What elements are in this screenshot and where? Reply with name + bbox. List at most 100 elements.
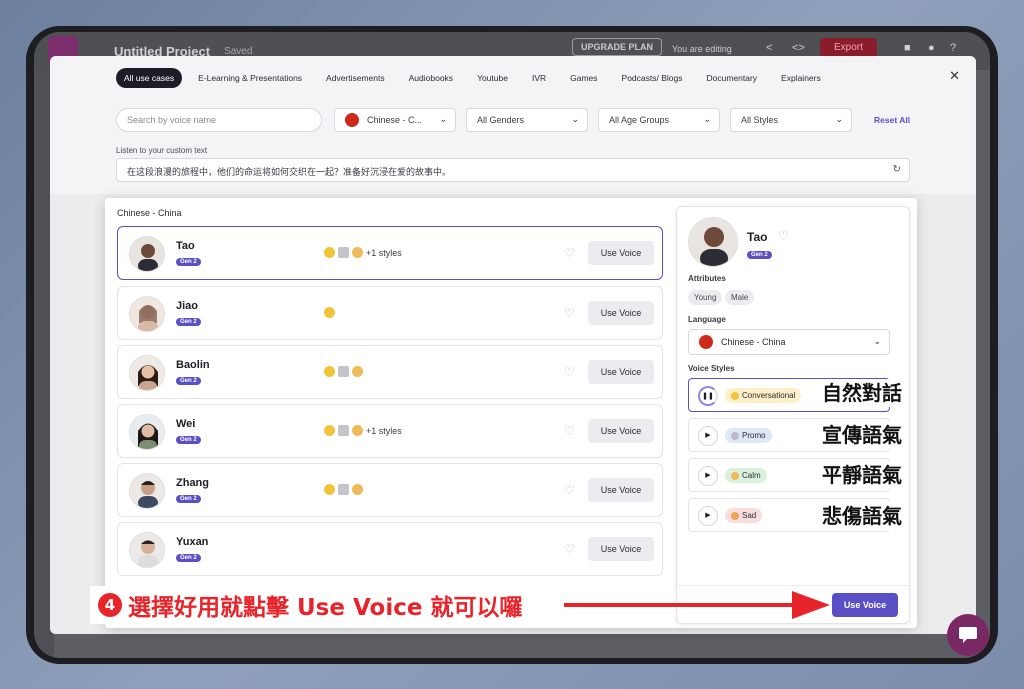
gen-badge: Gen 2	[747, 251, 772, 259]
voice-styles-label: Voice Styles	[688, 364, 735, 373]
tab-games[interactable]: Games	[562, 68, 605, 88]
voice-row-zhang[interactable]: Zhang Gen 2 ♡ Use Voice	[117, 463, 663, 517]
megaphone-icon	[338, 425, 349, 436]
extra-styles: +1 styles	[366, 425, 402, 436]
language-select[interactable]: Chinese - C... ⌄	[334, 108, 456, 132]
gen-badge: Gen 2	[176, 554, 201, 562]
detail-voice-name: Tao	[747, 230, 768, 244]
chat-icon[interactable]: ■	[904, 42, 911, 54]
style-name: Conversational	[742, 391, 796, 400]
heart-icon[interactable]: ♡	[564, 365, 575, 379]
custom-text-input[interactable]: 在这段浪漫的旅程中，他们的命运将如何交织在一起？准备好沉浸在爱的故事中。 ↻	[116, 158, 910, 182]
detail-use-voice-button[interactable]: Use Voice	[832, 593, 898, 617]
calm-icon	[352, 425, 363, 436]
style-select[interactable]: All Styles ⌄	[730, 108, 852, 132]
chevron-down-icon: ⌄	[439, 114, 447, 124]
use-voice-button[interactable]: Use Voice	[588, 537, 654, 561]
gender-select-value: All Genders	[477, 115, 525, 125]
avatar	[129, 473, 165, 509]
help-icon[interactable]: ?	[950, 42, 956, 54]
voice-detail-panel: Tao ♡ Gen 2 Attributes Young Male Langua…	[676, 206, 910, 624]
heart-icon[interactable]: ♡	[564, 246, 575, 260]
detail-language-select[interactable]: Chinese - China ⌄	[688, 329, 890, 355]
avatar	[129, 532, 165, 568]
tab-audiobooks[interactable]: Audiobooks	[401, 68, 461, 88]
voice-row-yuxan[interactable]: Yuxan Gen 2 ♡ Use Voice	[117, 522, 663, 576]
use-voice-button[interactable]: Use Voice	[588, 478, 654, 502]
voice-row-wei[interactable]: Wei Gen 2 +1 styles ♡ Use Voice	[117, 404, 663, 458]
voice-row-jiao[interactable]: Jiao Gen 2 ♡ Use Voice	[117, 286, 663, 340]
attribute-tag: Male	[725, 290, 755, 305]
tab-all-use-cases[interactable]: All use cases	[116, 68, 183, 88]
attribute-tag: Young	[688, 290, 723, 305]
use-voice-button[interactable]: Use Voice	[588, 419, 654, 443]
megaphone-icon	[338, 484, 349, 495]
use-voice-button[interactable]: Use Voice	[588, 360, 654, 384]
share-icon[interactable]: <	[766, 42, 772, 54]
tab-advertisements[interactable]: Advertisements	[318, 68, 393, 88]
saved-status: Saved	[224, 45, 253, 57]
gen-badge: Gen 2	[176, 258, 201, 266]
calm-icon	[352, 366, 363, 377]
chat-support-button[interactable]	[947, 614, 989, 656]
style-pill: Sad	[725, 508, 763, 523]
chevron-down-icon: ⌄	[703, 114, 711, 124]
export-button[interactable]: Export	[820, 38, 877, 57]
style-icons: +1 styles	[324, 247, 402, 258]
voice-list-panel: Chinese - China Tao Gen 2 +1 styles ♡ Us…	[105, 198, 917, 628]
tab-documentary[interactable]: Documentary	[698, 68, 765, 88]
language-select-value: Chinese - C...	[367, 115, 423, 125]
upgrade-plan-button[interactable]: UPGRADE PLAN	[572, 38, 663, 56]
reset-all-link[interactable]: Reset All	[874, 115, 910, 125]
use-voice-button[interactable]: Use Voice	[588, 241, 654, 265]
voice-row-baolin[interactable]: Baolin Gen 2 ♡ Use Voice	[117, 345, 663, 399]
tab-podcasts[interactable]: Podcasts/ Blogs	[614, 68, 691, 88]
sad-icon	[731, 511, 739, 520]
close-icon[interactable]: ✕	[949, 68, 960, 84]
heart-icon[interactable]: ♡	[564, 424, 575, 438]
step-number: 4	[98, 593, 122, 617]
tab-e-learning[interactable]: E-Learning & Presentations	[190, 68, 310, 88]
annotation-label: 宣傳語氣	[818, 421, 906, 449]
smile-icon	[324, 484, 335, 495]
language-label: Language	[688, 315, 726, 324]
heart-icon[interactable]: ♡	[564, 542, 575, 556]
instruction-caption: 4 選擇好用就點擊 Use Voice 就可以囉	[90, 586, 531, 624]
smile-icon	[324, 425, 335, 436]
divider	[677, 585, 909, 586]
editing-status: You are editing	[672, 44, 732, 54]
use-case-tabs: All use cases E-Learning & Presentations…	[116, 68, 829, 88]
tab-youtube[interactable]: Youtube	[469, 68, 516, 88]
heart-icon[interactable]: ♡	[564, 306, 575, 320]
style-icons	[324, 484, 363, 495]
chevron-down-icon: ⌄	[835, 114, 843, 124]
play-icon[interactable]: ▶	[698, 426, 718, 446]
pause-icon[interactable]: ❚❚	[698, 386, 718, 406]
voice-row-tao[interactable]: Tao Gen 2 +1 styles ♡ Use Voice	[117, 226, 663, 280]
smile-icon	[324, 307, 335, 318]
caption-text: 選擇好用就點擊 Use Voice 就可以囉	[128, 595, 523, 621]
age-select[interactable]: All Age Groups ⌄	[598, 108, 720, 132]
heart-icon[interactable]: ♡	[564, 483, 575, 497]
use-voice-button[interactable]: Use Voice	[588, 301, 654, 325]
tab-ivr[interactable]: IVR	[524, 68, 554, 88]
gender-select[interactable]: All Genders ⌄	[466, 108, 588, 132]
style-name: Promo	[742, 431, 766, 440]
style-name: Calm	[742, 471, 761, 480]
bell-icon[interactable]: ●	[928, 42, 935, 54]
age-select-value: All Age Groups	[609, 115, 670, 125]
play-icon[interactable]: ▶	[698, 506, 718, 526]
voice-name: Baolin	[176, 359, 210, 371]
embed-icon[interactable]: <>	[792, 42, 805, 54]
avatar	[129, 414, 165, 450]
gen-badge: Gen 2	[176, 377, 201, 385]
search-input[interactable]: Search by voice name	[116, 108, 322, 132]
play-icon[interactable]: ▶	[698, 466, 718, 486]
heart-icon[interactable]: ♡	[778, 229, 789, 243]
avatar	[129, 236, 165, 272]
refresh-icon[interactable]: ↻	[893, 164, 901, 175]
tab-explainers[interactable]: Explainers	[773, 68, 829, 88]
modal-filters: All use cases E-Learning & Presentations…	[50, 56, 976, 194]
calm-icon	[352, 484, 363, 495]
avatar	[688, 217, 738, 267]
